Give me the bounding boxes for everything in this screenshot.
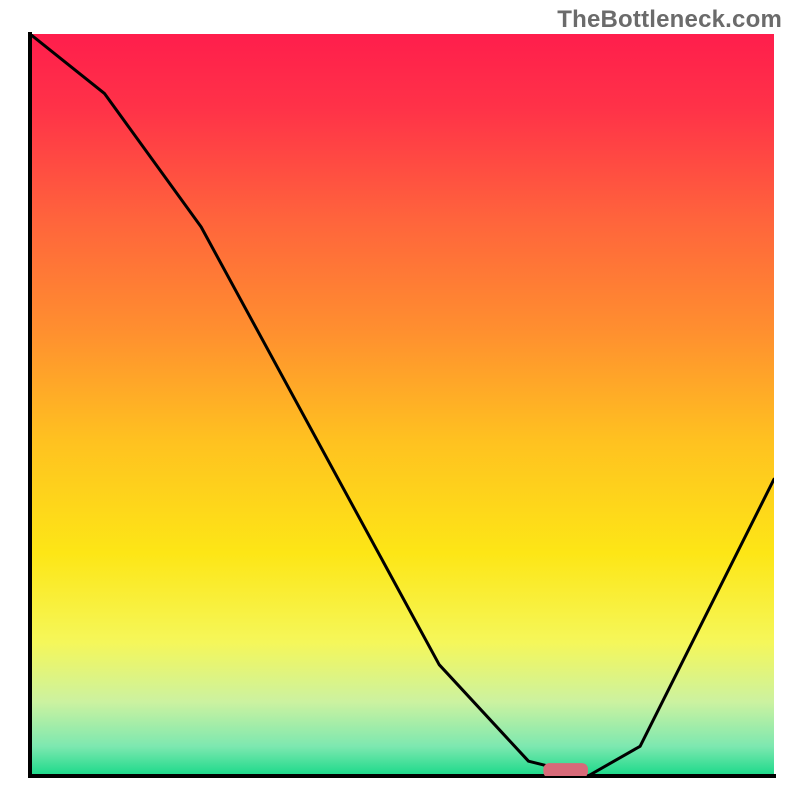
- watermark-text: TheBottleneck.com: [557, 6, 782, 34]
- bottleneck-marker: [543, 763, 588, 778]
- chart-canvas: [0, 0, 800, 800]
- bottleneck-chart: TheBottleneck.com: [0, 0, 800, 800]
